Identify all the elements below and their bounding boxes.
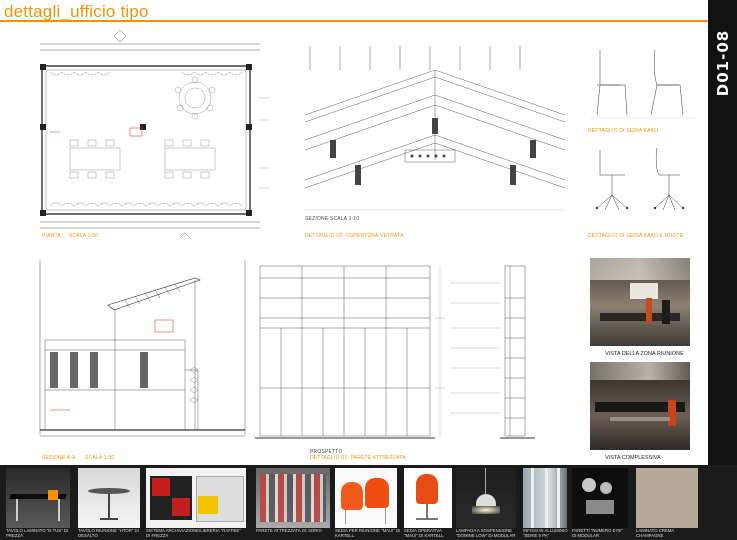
floor-plan-drawing: [40, 29, 270, 238]
product-thumb-window: [523, 468, 567, 528]
glass-roof-scale: SEZIONE SCALA 1:10: [305, 216, 360, 222]
product-thumb-desk: [6, 468, 70, 528]
render-overview: [590, 362, 690, 450]
title-rule: [0, 20, 708, 22]
sheet-code-label: D01-08: [714, 29, 732, 97]
floor-plan-caption: PIANTA SCALA 1:50: [42, 233, 98, 239]
product-caption-desk: TAVOLO LAMINATO "B-TUS" DI PREZZA: [6, 528, 69, 538]
product-caption-meeting-table: TAVOLO RIUNIONE "HTOR" DI DESALTO: [78, 528, 139, 538]
chair-detail-top: [590, 49, 695, 119]
render-overview-caption: VISTA COMPLESSIVA: [605, 455, 661, 461]
chair-detail-caption-2: DETTAGLIO DI SEDIA KAKU E RUOTE: [588, 233, 684, 239]
equipped-wall-caption: DETTAGLIO 01: PARETE ATTREZZATA: [310, 455, 406, 461]
section-drawing: [39, 260, 246, 437]
product-caption-pendant: LAMPADA A SOSPENSIONE "DOMINE LOW" DI MO…: [456, 528, 516, 538]
product-caption-meeting-chair: SEDIA PER RIUNIONE "MAUI" DI KARTELL: [335, 528, 401, 538]
chair-detail-bottom: [595, 147, 685, 211]
product-thumb-laminate: [636, 468, 698, 528]
product-caption-window: INFISSI IN ALLUMINIO "SERIE 5 PA": [523, 528, 568, 538]
glass-roof-detail: [304, 46, 566, 211]
product-thumb-spotlight: [572, 468, 628, 528]
product-thumb-task-chair: [404, 468, 452, 528]
section-caption: SEZIONE A-A SCALA 1:50: [42, 455, 114, 461]
equipped-wall-detail: [255, 265, 535, 439]
product-caption-wall: PARETE ATTREZZATA 2S SORIO: [256, 528, 322, 533]
product-thumb-meeting-chair: [335, 468, 397, 528]
product-caption-shelving: SISTEMA ARCHIVIAZIONE/LIBRERIA "RAFFEE" …: [146, 528, 241, 538]
product-caption-spotlight: FARETTI "NUMERO EYE" DI MODULAR: [572, 528, 623, 538]
section-title: SEZIONE A-A: [42, 455, 76, 461]
floor-plan-scale: SCALA 1:50: [68, 233, 99, 239]
chair-detail-caption-1: DETTAGLIO DI SEDIA KAKU: [588, 128, 659, 134]
sheet-code: D01-08: [709, 28, 737, 98]
render-meeting-caption: VISTA DELLA ZONA RIUNIONE: [605, 351, 684, 357]
product-caption-task-chair: SEDIA OPERATIVA "MAUI" DI KARTELL: [404, 528, 444, 538]
product-thumb-shelving: [146, 468, 246, 528]
product-thumb-pendant: [456, 468, 516, 528]
page-title: dettagli_ufficio tipo: [4, 2, 149, 21]
product-thumb-meeting-table: [78, 468, 140, 528]
product-caption-laminate: LAMINATO CREMA CHAMPAGNE: [636, 528, 675, 538]
glass-roof-caption: DETTAGLIO 02: COPERTURA VETRATA: [305, 233, 404, 239]
floor-plan-title: PIANTA: [42, 233, 61, 239]
section-scale: SCALA 1:50: [85, 455, 115, 461]
product-thumb-wall: [256, 468, 330, 528]
render-meeting-area: [590, 258, 690, 346]
